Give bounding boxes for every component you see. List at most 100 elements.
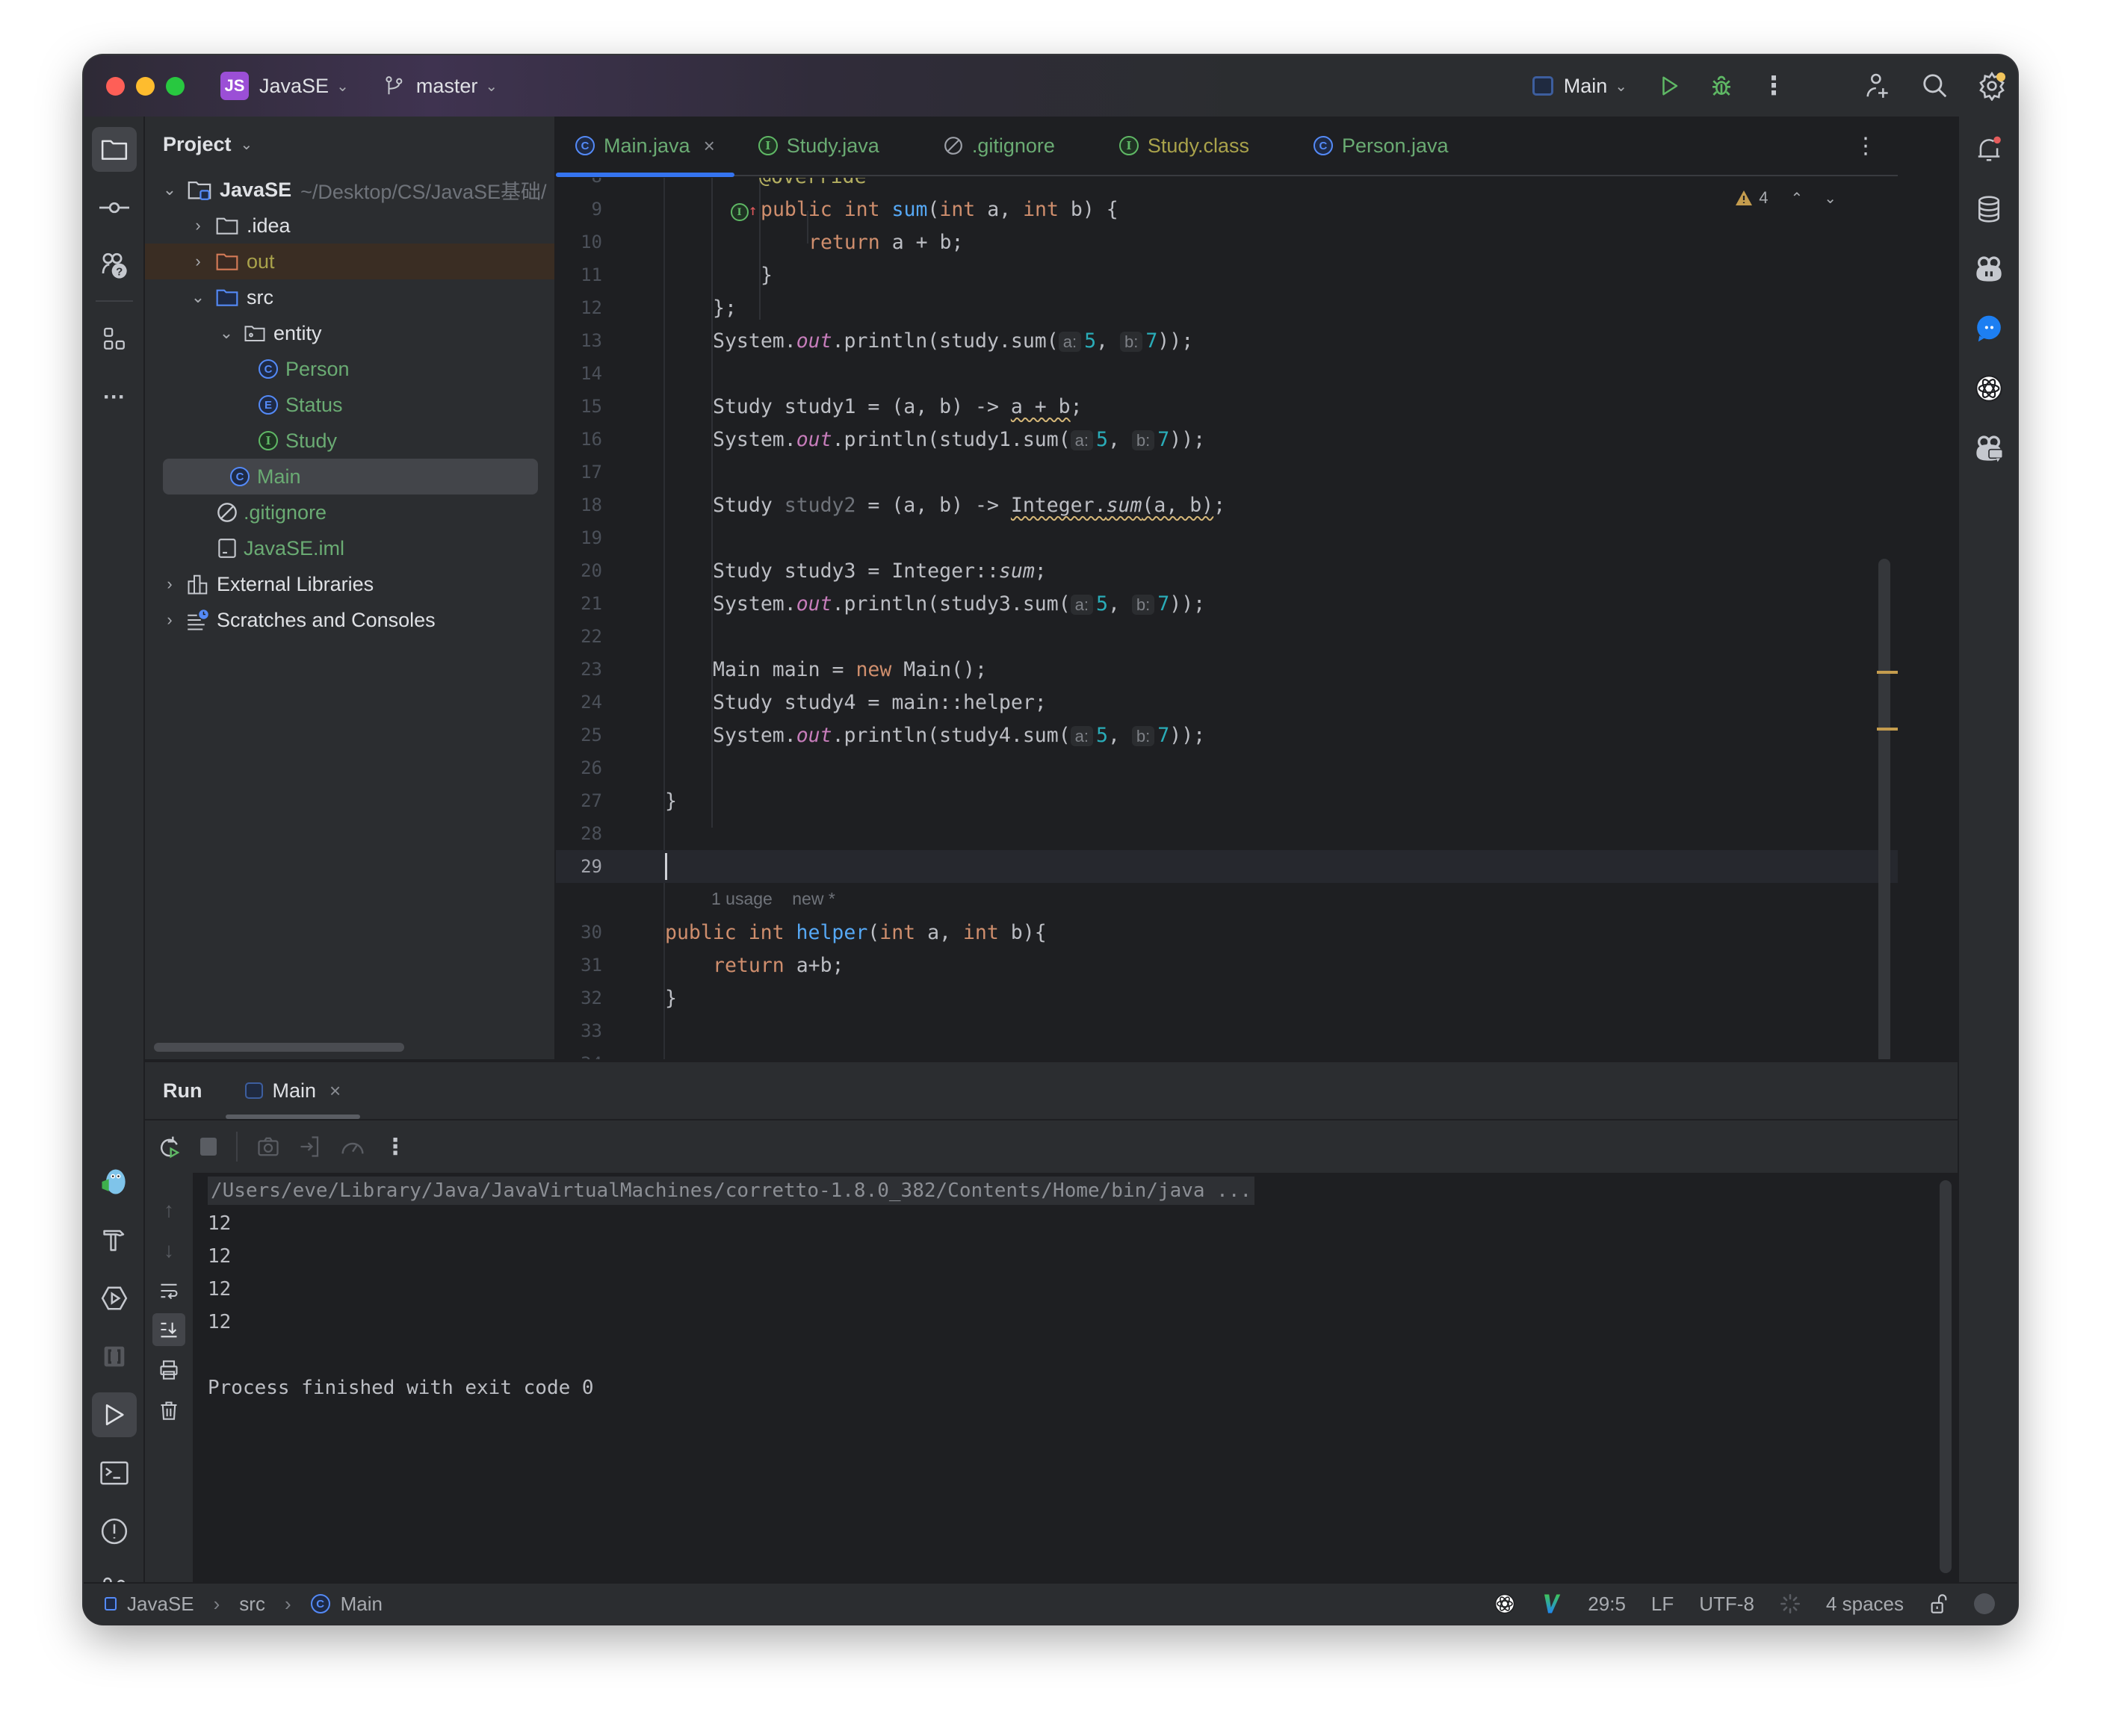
- editor-vertical-scrollbar[interactable]: [1878, 559, 1890, 1059]
- more-tool-windows-button[interactable]: ···: [92, 375, 137, 420]
- minimize-window-button[interactable]: [136, 76, 155, 96]
- tree-item-scratches[interactable]: › Scratches and Consoles: [145, 602, 554, 638]
- breadcrumb-item[interactable]: src: [239, 1593, 265, 1616]
- run-tab-main[interactable]: Main ×: [226, 1062, 360, 1119]
- project-tool-button[interactable]: [92, 127, 137, 172]
- branch-switcher[interactable]: master ⌄: [349, 75, 498, 98]
- usages-hint[interactable]: 1 usage: [711, 889, 773, 908]
- chevron-right-icon[interactable]: ›: [161, 574, 178, 594]
- tree-item-idea[interactable]: › .idea: [145, 208, 554, 244]
- more-actions-button[interactable]: ⋮: [1759, 71, 1789, 101]
- search-button[interactable]: [1920, 71, 1950, 101]
- warning-stripe-marker[interactable]: [1877, 728, 1898, 731]
- run-config-selector[interactable]: Main ⌄: [1532, 75, 1627, 98]
- code-with-me-button[interactable]: [1863, 71, 1893, 101]
- tree-item-src[interactable]: ⌄ src: [145, 279, 554, 315]
- run-tool-button[interactable]: [92, 1392, 137, 1437]
- code-vision-hint[interactable]: 1 usage new *: [711, 889, 835, 909]
- tree-item-person[interactable]: C Person: [145, 351, 554, 387]
- commit-tool-button[interactable]: [92, 185, 137, 230]
- close-tab-icon[interactable]: ×: [329, 1079, 341, 1103]
- chevron-down-icon[interactable]: ⌄: [161, 180, 178, 199]
- unlock-icon[interactable]: [1929, 1593, 1949, 1614]
- console-command-line[interactable]: /Users/eve/Library/Java/JavaVirtualMachi…: [208, 1177, 1255, 1205]
- tabs-more-button[interactable]: ⋮: [1854, 133, 1877, 159]
- tree-item-main[interactable]: C Main: [163, 459, 538, 495]
- rerun-icon[interactable]: [157, 1135, 181, 1159]
- scroll-to-end-button[interactable]: [152, 1313, 185, 1346]
- tab-study-class[interactable]: I Study.class: [1100, 116, 1269, 176]
- copilot-button[interactable]: [1967, 247, 2011, 291]
- chevron-right-icon[interactable]: ›: [190, 252, 206, 271]
- chat-button[interactable]: [1967, 306, 2011, 351]
- tree-item-javase[interactable]: ⌄ JavaSE ~/Desktop/CS/JavaSE基础/: [145, 172, 554, 208]
- tab-gitignore[interactable]: .gitignore: [924, 116, 1074, 176]
- code-editor[interactable]: 4 ⌃ ⌄ 8 @Override 9 I↑ public int sum(in…: [556, 178, 1898, 1059]
- line-number: 23: [581, 659, 602, 680]
- soft-wrap-button[interactable]: [152, 1274, 185, 1307]
- tab-person-java[interactable]: C Person.java: [1294, 116, 1468, 176]
- problems-tool-button[interactable]: [92, 1509, 137, 1554]
- author-hint[interactable]: new *: [792, 889, 835, 908]
- settings-button[interactable]: [1977, 71, 2007, 101]
- project-switcher[interactable]: JS JavaSE ⌄: [185, 72, 349, 100]
- indent-setting[interactable]: 4 spaces: [1826, 1593, 1904, 1616]
- line-separator[interactable]: LF: [1651, 1593, 1674, 1616]
- debug-button[interactable]: [1707, 71, 1736, 101]
- profiler-icon[interactable]: [341, 1135, 365, 1158]
- tree-item-study[interactable]: I Study: [145, 423, 554, 459]
- chevron-down-icon[interactable]: ⌄: [190, 288, 206, 307]
- tree-item-status[interactable]: E Status: [145, 387, 554, 423]
- package-icon: [244, 326, 265, 341]
- tab-study-java[interactable]: I Study.java: [739, 116, 899, 176]
- terminal-tool-button[interactable]: [92, 1451, 137, 1495]
- print-button[interactable]: [152, 1354, 185, 1386]
- close-window-button[interactable]: [106, 76, 125, 96]
- community-help-tool-button[interactable]: ?: [92, 244, 137, 288]
- database-button[interactable]: [1967, 187, 2011, 232]
- tab-main-java[interactable]: C Main.java ×: [556, 116, 734, 177]
- camera-icon[interactable]: [257, 1135, 279, 1158]
- scroll-down-button[interactable]: ↓: [152, 1234, 185, 1267]
- tree-item-out[interactable]: › out: [145, 244, 554, 279]
- caret-position[interactable]: 29:5: [1588, 1593, 1626, 1616]
- project-panel-header[interactable]: Project ⌄: [145, 117, 554, 172]
- horizontal-scrollbar[interactable]: [154, 1043, 404, 1052]
- gopher-plugin-button[interactable]: [92, 1159, 137, 1204]
- warning-stripe-marker[interactable]: [1877, 671, 1898, 674]
- chatgpt-button[interactable]: [1967, 366, 2011, 411]
- tree-item-iml[interactable]: JavaSE.iml: [145, 530, 554, 566]
- line-number: 28: [581, 823, 602, 844]
- more-vertical-icon[interactable]: ⋮: [384, 1134, 406, 1160]
- breadcrumb-item[interactable]: JavaSE: [127, 1593, 194, 1616]
- tree-item-external-libraries[interactable]: › External Libraries: [145, 566, 554, 602]
- tree-item-gitignore[interactable]: .gitignore: [145, 495, 554, 530]
- console-vertical-scrollbar[interactable]: [1935, 1173, 1958, 1582]
- exit-icon[interactable]: [299, 1135, 321, 1158]
- chevron-right-icon[interactable]: ›: [190, 216, 206, 235]
- run-button[interactable]: [1654, 71, 1684, 101]
- stop-icon[interactable]: [200, 1138, 217, 1156]
- warning-highlight[interactable]: Integer.sum(a, b): [1011, 494, 1213, 517]
- line-number: 9: [591, 199, 602, 220]
- chevron-down-icon[interactable]: ⌄: [218, 323, 235, 343]
- structure-tool-button[interactable]: [92, 317, 137, 362]
- scroll-up-button[interactable]: ↑: [152, 1194, 185, 1227]
- chatgpt-status-icon[interactable]: [1494, 1593, 1516, 1615]
- memory-indicator[interactable]: [1974, 1593, 1995, 1614]
- vim-plugin-icon[interactable]: [1541, 1593, 1562, 1615]
- bracket-plugin-button[interactable]: [92, 1334, 137, 1379]
- console-output[interactable]: /Users/eve/Library/Java/JavaVirtualMachi…: [194, 1173, 1935, 1582]
- notifications-button[interactable]: [1967, 127, 2011, 172]
- clear-console-button[interactable]: [152, 1394, 185, 1427]
- breadcrumb-item[interactable]: Main: [341, 1593, 383, 1616]
- file-encoding[interactable]: UTF-8: [1699, 1593, 1754, 1616]
- chevron-right-icon[interactable]: ›: [161, 610, 178, 630]
- warning-highlight[interactable]: a + b: [1011, 395, 1071, 418]
- tree-item-entity[interactable]: ⌄ entity: [145, 315, 554, 351]
- close-tab-icon[interactable]: ×: [704, 134, 715, 158]
- copilot-chat-button[interactable]: [1967, 426, 2011, 471]
- build-tool-button[interactable]: [92, 1218, 137, 1262]
- maximize-window-button[interactable]: [166, 76, 185, 96]
- services-tool-button[interactable]: [92, 1276, 137, 1321]
